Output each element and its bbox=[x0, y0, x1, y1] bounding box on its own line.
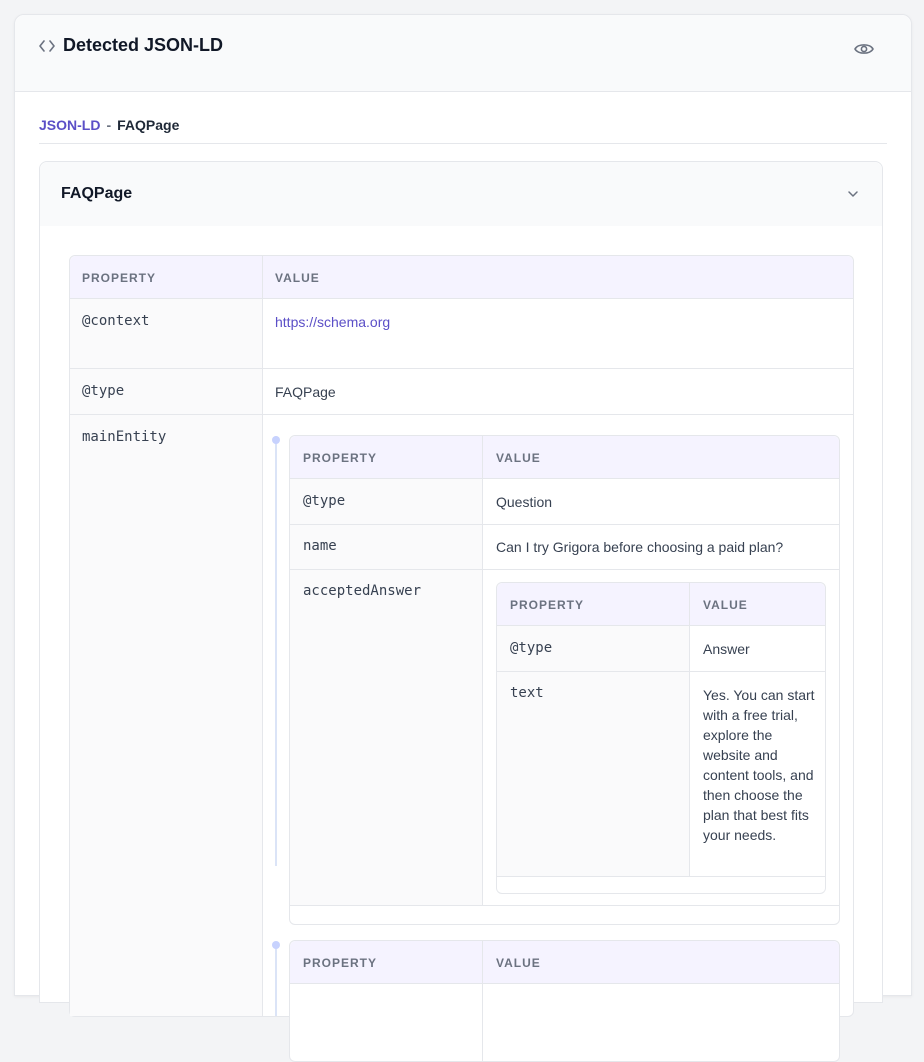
row-divider bbox=[290, 569, 839, 570]
property-value: Question bbox=[496, 494, 553, 510]
property-value: FAQPage bbox=[275, 384, 336, 400]
property-column-header: PROPERTY bbox=[303, 956, 378, 970]
table-header: PROPERTY VALUE bbox=[290, 436, 839, 479]
row-divider bbox=[497, 876, 825, 877]
column-divider bbox=[262, 256, 263, 1016]
eye-icon bbox=[854, 44, 874, 54]
property-key: @context bbox=[82, 313, 150, 329]
property-value: Can I try Grigora before choosing a paid… bbox=[496, 539, 784, 555]
chevron-down-icon bbox=[848, 191, 858, 197]
code-icon bbox=[39, 40, 55, 52]
property-key: acceptedAnswer bbox=[303, 583, 422, 599]
property-key: mainEntity bbox=[82, 429, 167, 445]
row-divider bbox=[497, 671, 825, 672]
value-column-header: VALUE bbox=[703, 598, 748, 612]
faqpage-accordion: FAQPage PROPERTY VALUE @context https://… bbox=[39, 161, 883, 1062]
table-header: PROPERTY VALUE bbox=[290, 941, 839, 984]
question-table: PROPERTY VALUE bbox=[289, 940, 840, 1062]
answer-text: Yes. You can start with a free trial, ex… bbox=[703, 687, 815, 843]
context-link[interactable]: https://schema.org bbox=[275, 314, 390, 330]
column-divider bbox=[482, 436, 483, 906]
breadcrumb-root-link[interactable]: JSON-LD bbox=[39, 117, 100, 133]
property-key: text bbox=[510, 685, 544, 701]
table-header: PROPERTY VALUE bbox=[70, 256, 853, 299]
accordion-title: FAQPage bbox=[61, 185, 133, 202]
timeline-dot bbox=[272, 436, 280, 444]
row-divider bbox=[70, 368, 853, 369]
property-key: @type bbox=[303, 493, 346, 509]
property-key: @type bbox=[510, 640, 553, 656]
column-divider bbox=[482, 941, 483, 1061]
value-column-header: VALUE bbox=[496, 451, 541, 465]
column-divider bbox=[689, 583, 690, 876]
property-key: @type bbox=[82, 383, 125, 399]
row-divider bbox=[290, 524, 839, 525]
property-key: name bbox=[303, 538, 337, 554]
json-ld-panel: Detected JSON-LD JSON-LD - FAQPage FAQPage… bbox=[14, 14, 912, 1062]
entity-timeline bbox=[275, 946, 277, 1016]
question-table: PROPERTY VALUE @type Question name Can I… bbox=[289, 435, 840, 925]
breadcrumb-current: FAQPage bbox=[117, 117, 180, 133]
properties-table: PROPERTY VALUE @context https://schema.o… bbox=[69, 255, 854, 1062]
value-column-header: VALUE bbox=[275, 271, 320, 285]
property-column-bg bbox=[497, 626, 689, 876]
table-header: PROPERTY VALUE bbox=[497, 583, 825, 626]
breadcrumb-separator: - bbox=[106, 117, 112, 133]
row-divider bbox=[290, 905, 839, 906]
breadcrumb: JSON-LD - FAQPage bbox=[39, 117, 179, 133]
row-divider bbox=[70, 414, 853, 415]
answer-table: PROPERTY VALUE @type Answer text Yes. Yo… bbox=[496, 582, 826, 894]
property-column-bg bbox=[70, 299, 262, 1016]
property-column-header: PROPERTY bbox=[82, 271, 157, 285]
accordion-header[interactable]: FAQPage bbox=[40, 162, 882, 226]
entity-timeline bbox=[275, 436, 277, 866]
property-value: Answer bbox=[703, 641, 750, 657]
property-column-header: PROPERTY bbox=[510, 598, 585, 612]
panel-title: Detected JSON-LD bbox=[63, 35, 224, 55]
timeline-dot bbox=[272, 941, 280, 949]
value-column-header: VALUE bbox=[496, 956, 541, 970]
toggle-view-button[interactable] bbox=[851, 37, 877, 61]
divider bbox=[39, 143, 887, 144]
property-column-header: PROPERTY bbox=[303, 451, 378, 465]
panel-header: Detected JSON-LD bbox=[15, 15, 911, 92]
